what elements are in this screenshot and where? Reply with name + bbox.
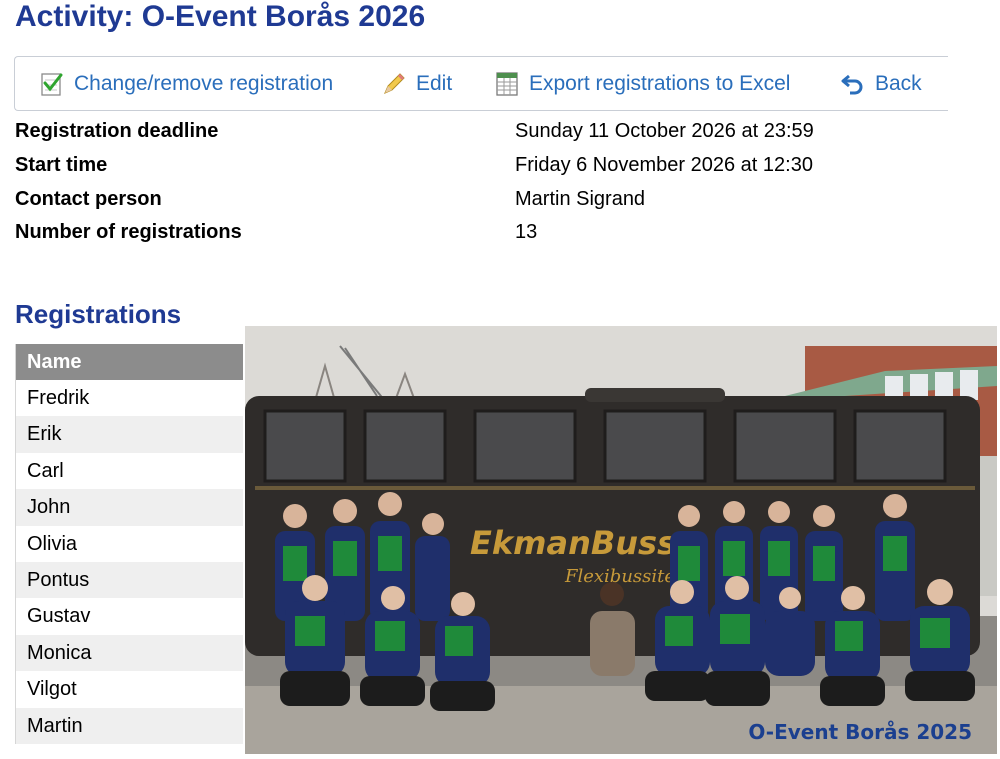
bus-sublettering: Flexibussiten (564, 566, 687, 587)
back-label: Back (875, 72, 922, 95)
table-row: Erik (16, 416, 243, 453)
page-title: Activity: O-Event Borås 2026 (15, 0, 426, 33)
export-excel-button[interactable]: Export registrations to Excel (494, 67, 790, 101)
checklist-icon (39, 70, 65, 98)
start-time-label: Start time (15, 154, 108, 176)
contact-person-value: Martin Sigrand (515, 188, 646, 210)
table-row: Vilgot (16, 671, 243, 708)
back-arrow-icon (840, 70, 866, 98)
deadline-label: Registration deadline (15, 120, 219, 142)
photo-caption: O-Event Borås 2025 (748, 720, 972, 744)
table-row: Pontus (16, 561, 243, 599)
spreadsheet-icon (494, 70, 520, 98)
action-toolbar: Change/remove registration Edit Export r… (14, 56, 948, 111)
registrations-table: Name Fredrik Erik Carl John Olivia Pontu… (15, 344, 243, 744)
table-row: Fredrik (16, 380, 243, 417)
table-row: Gustav (16, 598, 243, 635)
deadline-value: Sunday 11 October 2026 at 23:59 (515, 120, 814, 142)
group-photo-illustration: EkmanBuss Flexibussiten (245, 326, 997, 754)
back-button[interactable]: Back (840, 67, 922, 101)
start-time-value: Friday 6 November 2026 at 12:30 (515, 154, 813, 176)
name-column-header: Name (16, 344, 243, 380)
contact-person-label: Contact person (15, 188, 162, 210)
table-row: Olivia (16, 525, 243, 562)
pencil-icon (381, 70, 407, 98)
table-row: Monica (16, 634, 243, 672)
table-row: John (16, 489, 243, 526)
edit-label: Edit (416, 72, 453, 95)
table-row: Martin (16, 707, 243, 744)
registration-count-value: 13 (515, 221, 538, 243)
edit-button[interactable]: Edit (381, 67, 452, 101)
registrations-heading: Registrations (15, 299, 182, 329)
table-row: Carl (16, 452, 243, 490)
registration-count-label: Number of registrations (15, 221, 242, 243)
change-registration-label: Change/remove registration (74, 72, 334, 95)
bus-lettering: EkmanBuss (470, 524, 676, 562)
group-photo: EkmanBuss Flexibussiten O-Event Borås 20… (245, 326, 997, 754)
change-registration-button[interactable]: Change/remove registration (39, 67, 333, 101)
export-excel-label: Export registrations to Excel (529, 72, 791, 95)
